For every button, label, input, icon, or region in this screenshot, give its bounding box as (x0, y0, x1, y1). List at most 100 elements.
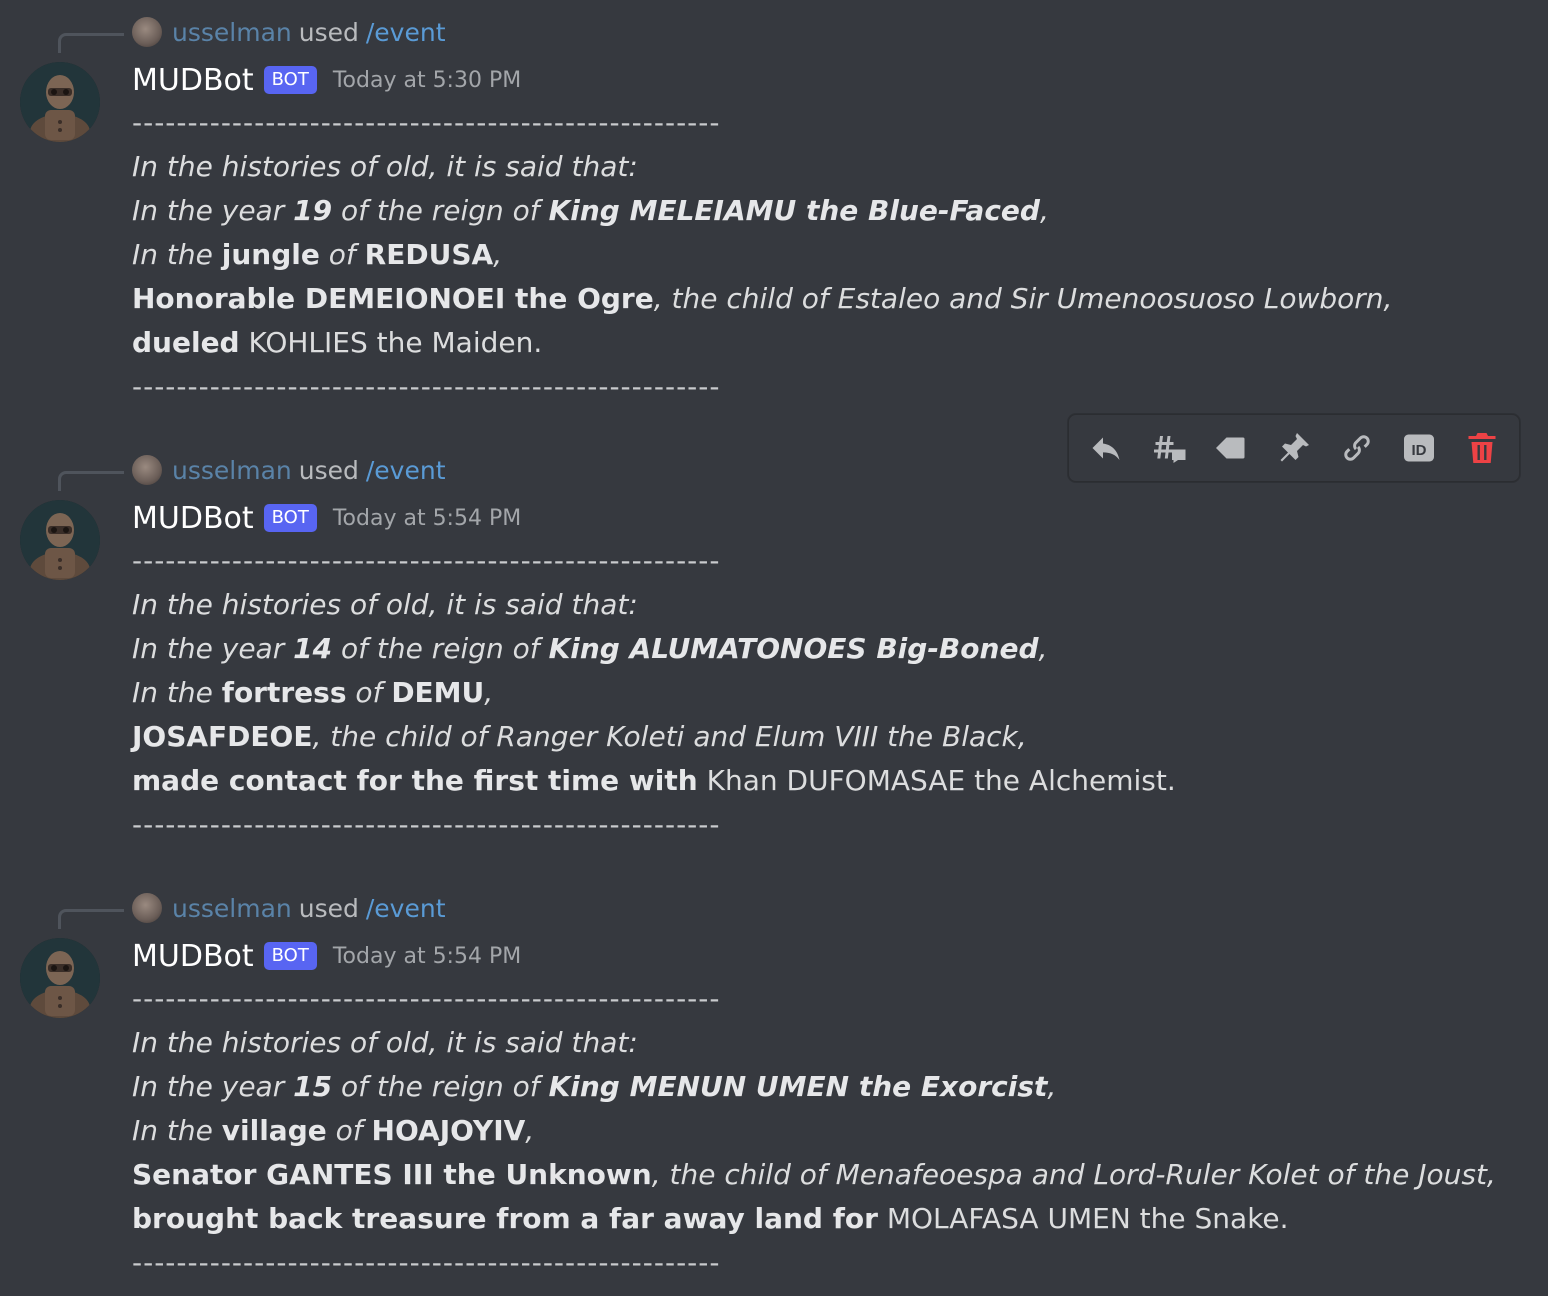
reply-connector (58, 909, 124, 929)
king-name: King MELEIAMU the Blue-Faced (548, 194, 1040, 227)
id-icon: ID (1404, 434, 1435, 462)
separator-top: ----------------------------------------… (132, 544, 721, 577)
trash-icon (1468, 433, 1496, 463)
user-mini-avatar (132, 17, 162, 47)
intro-line: In the histories of old, it is said that… (132, 1026, 638, 1059)
actor-name: Honorable DEMEIONOEI the Ogre (132, 282, 654, 315)
user-mini-avatar (132, 893, 162, 923)
used-label: used (298, 17, 359, 47)
place-type: fortress (221, 676, 347, 709)
copy-link-button[interactable] (1333, 424, 1381, 472)
action-target: MOLAFASA UMEN the Snake. (877, 1202, 1289, 1235)
year-end: , (1039, 194, 1049, 227)
place-name: REDUSA (364, 238, 494, 271)
bot-badge: BOT (263, 66, 317, 94)
svg-text:ID: ID (1412, 442, 1427, 459)
actor-lineage: , the child of Ranger Koleti and Elum VI… (312, 720, 1027, 753)
place-end: , (493, 238, 503, 271)
command-user[interactable]: usselman (172, 894, 292, 923)
place-line: In the jungle of REDUSA, (132, 233, 1512, 277)
king-name: King ALUMATONOES Big-Boned (548, 632, 1039, 665)
place-end: , (484, 676, 494, 709)
place-end: , (525, 1114, 535, 1147)
action-line: made contact for the first time with Kha… (132, 759, 1512, 803)
bot-badge: BOT (263, 942, 317, 970)
pin-icon (1280, 433, 1309, 462)
place-middle: of (319, 238, 365, 271)
year-end: , (1047, 1070, 1057, 1103)
command-user[interactable]: usselman (172, 18, 292, 47)
link-icon (1343, 435, 1370, 461)
place-middle: of (346, 676, 392, 709)
bot-badge: BOT (263, 504, 317, 532)
separator-top: ----------------------------------------… (132, 982, 721, 1015)
separator-bottom: ----------------------------------------… (132, 370, 721, 403)
user-mini-avatar (132, 455, 162, 485)
command-user[interactable]: usselman (172, 456, 292, 485)
place-line: In the village of HOAJOYIV, (132, 1109, 1512, 1153)
year-line: In the year 15 of the reign of King MENU… (132, 1065, 1512, 1109)
message-header: MUDBot BOT Today at 5:54 PM (132, 934, 521, 978)
place-type: village (221, 1114, 327, 1147)
year-prefix: In the year (132, 1070, 294, 1103)
timestamp[interactable]: Today at 5:54 PM (333, 506, 521, 531)
year-prefix: In the year (132, 632, 294, 665)
command-name[interactable]: /event (366, 18, 446, 47)
year-line: In the year 19 of the reign of King MELE… (132, 189, 1512, 233)
separator-bottom: ----------------------------------------… (132, 1246, 721, 1279)
used-label: used (298, 455, 359, 485)
thread-icon (1153, 436, 1186, 463)
delete-button[interactable] (1458, 424, 1506, 472)
message[interactable]: usselman used /event MUDBot BOT Today at… (0, 438, 1548, 858)
intro-line: In the histories of old, it is said that… (132, 150, 638, 183)
author-name[interactable]: MUDBot (132, 939, 254, 974)
copy-id-button[interactable]: ID (1395, 424, 1443, 472)
message-content: ----------------------------------------… (132, 101, 1512, 409)
command-name[interactable]: /event (366, 894, 446, 923)
message[interactable]: usselman used /event MUDBot BOT Today at… (0, 876, 1548, 1296)
intro-line: In the histories of old, it is said that… (132, 588, 638, 621)
message-header: MUDBot BOT Today at 5:54 PM (132, 496, 521, 540)
action-text: dueled (132, 326, 240, 359)
place-name: HOAJOYIV (371, 1114, 526, 1147)
year-number: 14 (293, 632, 333, 665)
year-prefix: In the year (132, 194, 294, 227)
bot-avatar[interactable] (20, 938, 100, 1018)
actor-name: Senator GANTES III the Unknown (132, 1158, 652, 1191)
action-line: dueled KOHLIES the Maiden. (132, 321, 1512, 365)
command-name[interactable]: /event (366, 456, 446, 485)
place-prefix: In the (132, 1114, 222, 1147)
message-actions-toolbar: ID (1068, 414, 1520, 482)
timestamp[interactable]: Today at 5:54 PM (333, 944, 521, 969)
action-target: KOHLIES the Maiden. (239, 326, 543, 359)
command-reference[interactable]: usselman used /event (132, 14, 446, 50)
place-prefix: In the (132, 676, 222, 709)
message[interactable]: usselman used /event MUDBot BOT Today at… (0, 0, 1548, 420)
year-line: In the year 14 of the reign of King ALUM… (132, 627, 1512, 671)
message-content: ----------------------------------------… (132, 539, 1512, 847)
pin-button[interactable] (1270, 424, 1318, 472)
timestamp[interactable]: Today at 5:30 PM (333, 68, 521, 93)
create-thread-button[interactable] (1145, 424, 1193, 472)
author-name[interactable]: MUDBot (132, 63, 254, 98)
tag-button[interactable] (1207, 424, 1255, 472)
place-line: In the fortress of DEMU, (132, 671, 1512, 715)
separator-top: ----------------------------------------… (132, 106, 721, 139)
command-reference[interactable]: usselman used /event (132, 890, 446, 926)
actor-line: JOSAFDEOE, the child of Ranger Koleti an… (132, 715, 1512, 759)
place-type: jungle (221, 238, 320, 271)
bot-avatar[interactable] (20, 500, 100, 580)
message-header: MUDBot BOT Today at 5:30 PM (132, 58, 521, 102)
author-name[interactable]: MUDBot (132, 501, 254, 536)
separator-bottom: ----------------------------------------… (132, 808, 721, 841)
action-line: brought back treasure from a far away la… (132, 1197, 1512, 1241)
command-reference[interactable]: usselman used /event (132, 452, 446, 488)
actor-name: JOSAFDEOE (132, 720, 313, 753)
king-name: King MENUN UMEN the Exorcist (548, 1070, 1048, 1103)
actor-line: Honorable DEMEIONOEI the Ogre, the child… (132, 277, 1512, 321)
reply-button[interactable] (1082, 424, 1130, 472)
bot-avatar[interactable] (20, 62, 100, 142)
reply-connector (58, 33, 124, 53)
actor-line: Senator GANTES III the Unknown, the chil… (132, 1153, 1512, 1197)
year-number: 19 (293, 194, 333, 227)
